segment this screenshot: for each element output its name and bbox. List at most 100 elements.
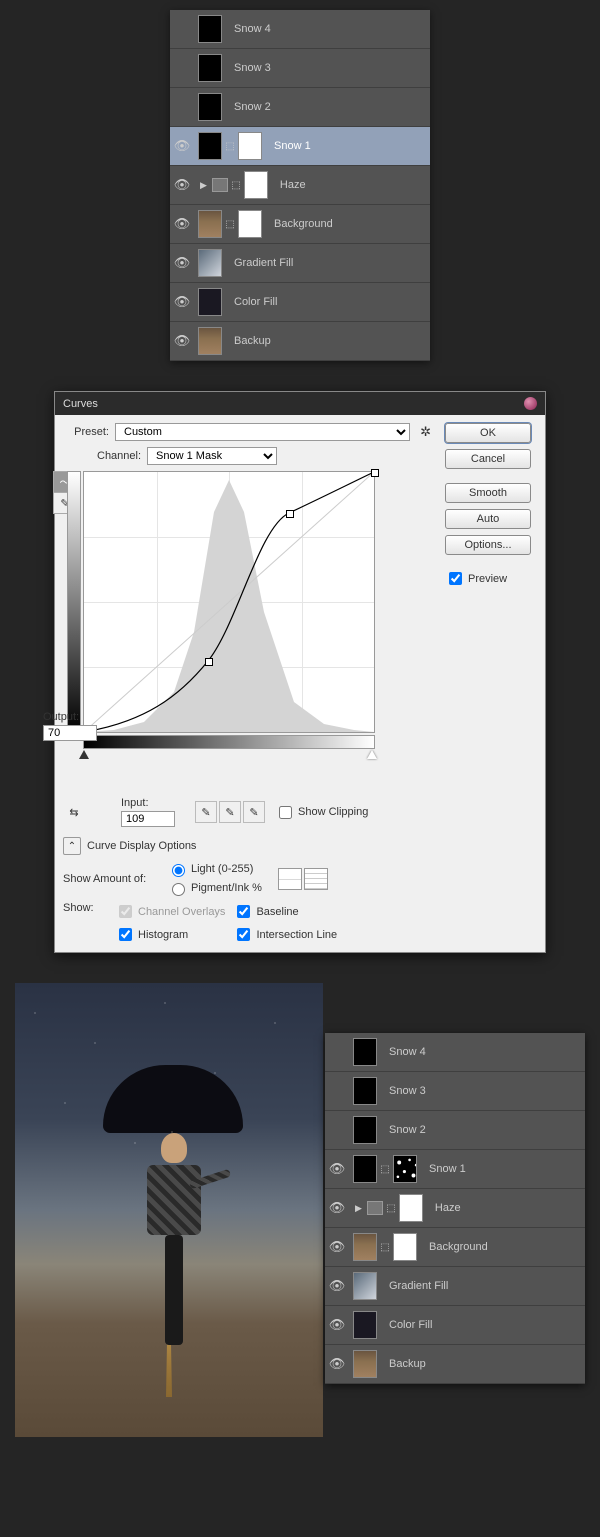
layer-row[interactable]: 👁 Gradient Fill (325, 1267, 585, 1306)
layer-row[interactable]: ○Snow 2 (325, 1111, 585, 1150)
black-point-slider[interactable] (79, 750, 89, 759)
visibility-icon[interactable]: 👁 (325, 1278, 349, 1294)
chk-histogram[interactable]: Histogram (115, 925, 225, 944)
layer-thumb[interactable] (353, 1155, 377, 1183)
visibility-icon[interactable]: 👁 (325, 1200, 349, 1216)
layer-row[interactable]: 👁Color Fill (325, 1306, 585, 1345)
layer-row[interactable]: ○Snow 4 (170, 10, 430, 49)
layer-name: Gradient Fill (381, 1280, 448, 1292)
cancel-button[interactable]: Cancel (445, 449, 531, 469)
eyedropper-black-icon[interactable]: ✎ (195, 801, 217, 823)
layer-row[interactable]: 👁⬚Background (325, 1228, 585, 1267)
visibility-icon[interactable]: ○ (325, 1123, 349, 1138)
input-input[interactable] (121, 811, 175, 827)
visibility-icon[interactable]: 👁 (170, 333, 194, 349)
layer-row[interactable]: 👁▶⬚Haze (325, 1189, 585, 1228)
visibility-icon[interactable]: ○ (325, 1084, 349, 1099)
layer-row[interactable]: 👁⬚Background (170, 205, 430, 244)
result-preview (15, 983, 323, 1437)
chevron-right-icon[interactable]: ▶ (353, 1203, 364, 1214)
layer-thumb[interactable] (353, 1350, 377, 1378)
grid-coarse-icon[interactable] (278, 868, 302, 890)
layer-thumb[interactable] (198, 249, 222, 277)
layer-thumb[interactable] (198, 327, 222, 355)
curve-point[interactable] (286, 510, 294, 518)
options-button[interactable]: Options... (445, 535, 531, 555)
layer-thumb[interactable] (198, 54, 222, 82)
layer-thumb[interactable] (238, 210, 262, 238)
chevron-right-icon[interactable]: ▶ (198, 180, 209, 191)
white-point-slider[interactable] (367, 750, 377, 759)
visibility-icon[interactable]: 👁 (325, 1161, 349, 1177)
visibility-icon[interactable]: ○ (170, 22, 194, 37)
radio-light[interactable]: Light (0-255) (167, 861, 262, 877)
layer-thumb[interactable] (198, 210, 222, 238)
target-adjust-icon[interactable]: ⇆ (63, 802, 85, 822)
visibility-icon[interactable]: 👁 (170, 216, 194, 232)
preset-label: Preset: (63, 426, 109, 438)
visibility-icon[interactable]: ○ (170, 100, 194, 115)
layer-thumb[interactable] (198, 288, 222, 316)
layer-row[interactable]: 👁Backup (325, 1345, 585, 1384)
layer-row[interactable]: 👁⬚Snow 1 (325, 1150, 585, 1189)
layer-row[interactable]: ○Snow 2 (170, 88, 430, 127)
curve-point[interactable] (205, 658, 213, 666)
layer-row[interactable]: 👁 Color Fill (170, 283, 430, 322)
layer-row[interactable]: 👁Gradient Fill (170, 244, 430, 283)
close-icon[interactable] (524, 397, 537, 410)
eyedropper-gray-icon[interactable]: ✎ (219, 801, 241, 823)
layer-thumb[interactable] (353, 1233, 377, 1261)
visibility-icon[interactable]: 👁 (325, 1317, 349, 1333)
visibility-icon[interactable]: 👁 (325, 1239, 349, 1255)
display-options-label: Curve Display Options (87, 840, 196, 852)
curves-graph[interactable] (83, 471, 375, 733)
layer-thumb[interactable] (393, 1233, 417, 1261)
layer-thumb[interactable] (198, 132, 222, 160)
curve-point[interactable] (371, 469, 379, 477)
layer-thumb[interactable] (353, 1116, 377, 1144)
visibility-icon[interactable]: 👁 (170, 138, 194, 154)
layer-row[interactable]: ○Snow 4 (325, 1033, 585, 1072)
show-clipping-checkbox[interactable]: Show Clipping (275, 803, 368, 822)
smooth-button[interactable]: Smooth (445, 483, 531, 503)
layer-thumb[interactable] (353, 1077, 377, 1105)
visibility-icon[interactable]: ○ (170, 61, 194, 76)
layer-row[interactable]: ○Snow 3 (325, 1072, 585, 1111)
preset-select[interactable]: Custom (115, 423, 410, 441)
layer-thumb[interactable] (353, 1038, 377, 1066)
layer-thumb[interactable] (198, 15, 222, 43)
layer-row[interactable]: 👁Backup (170, 322, 430, 361)
preview-checkbox[interactable]: Preview (445, 569, 537, 588)
layer-row[interactable]: 👁⬚Snow 1 (170, 127, 430, 166)
visibility-icon[interactable]: ○ (325, 1045, 349, 1060)
auto-button[interactable]: Auto (445, 509, 531, 529)
show-label: Show: (63, 902, 107, 944)
output-label: Output: (43, 711, 97, 723)
layer-thumb[interactable] (244, 171, 268, 199)
grid-fine-icon[interactable] (304, 868, 328, 890)
dialog-titlebar[interactable]: Curves (55, 392, 545, 415)
layer-row[interactable]: ○Snow 3 (170, 49, 430, 88)
chk-baseline[interactable]: Baseline (233, 902, 337, 921)
channel-select[interactable]: Snow 1 Mask (147, 447, 277, 465)
layer-name: Color Fill (226, 296, 277, 308)
layer-row[interactable]: 👁▶⬚Haze (170, 166, 430, 205)
ok-button[interactable]: OK (445, 423, 531, 443)
layer-thumb[interactable] (353, 1311, 377, 1339)
layer-thumb[interactable] (238, 132, 262, 160)
visibility-icon[interactable]: 👁 (170, 294, 194, 310)
visibility-icon[interactable]: 👁 (325, 1356, 349, 1372)
visibility-icon[interactable]: 👁 (170, 177, 194, 193)
chk-channel-overlays[interactable]: Channel Overlays (115, 902, 225, 921)
collapse-icon[interactable]: ⌃ (63, 837, 81, 855)
layer-thumb[interactable] (353, 1272, 377, 1300)
layer-thumb[interactable] (198, 93, 222, 121)
gear-icon[interactable]: ✲ (416, 424, 435, 440)
layer-thumb[interactable] (393, 1155, 417, 1183)
eyedropper-white-icon[interactable]: ✎ (243, 801, 265, 823)
visibility-icon[interactable]: 👁 (170, 255, 194, 271)
layer-thumb[interactable] (399, 1194, 423, 1222)
output-input[interactable] (43, 725, 97, 741)
radio-pigment[interactable]: Pigment/Ink % (167, 880, 262, 896)
chk-intersection[interactable]: Intersection Line (233, 925, 337, 944)
